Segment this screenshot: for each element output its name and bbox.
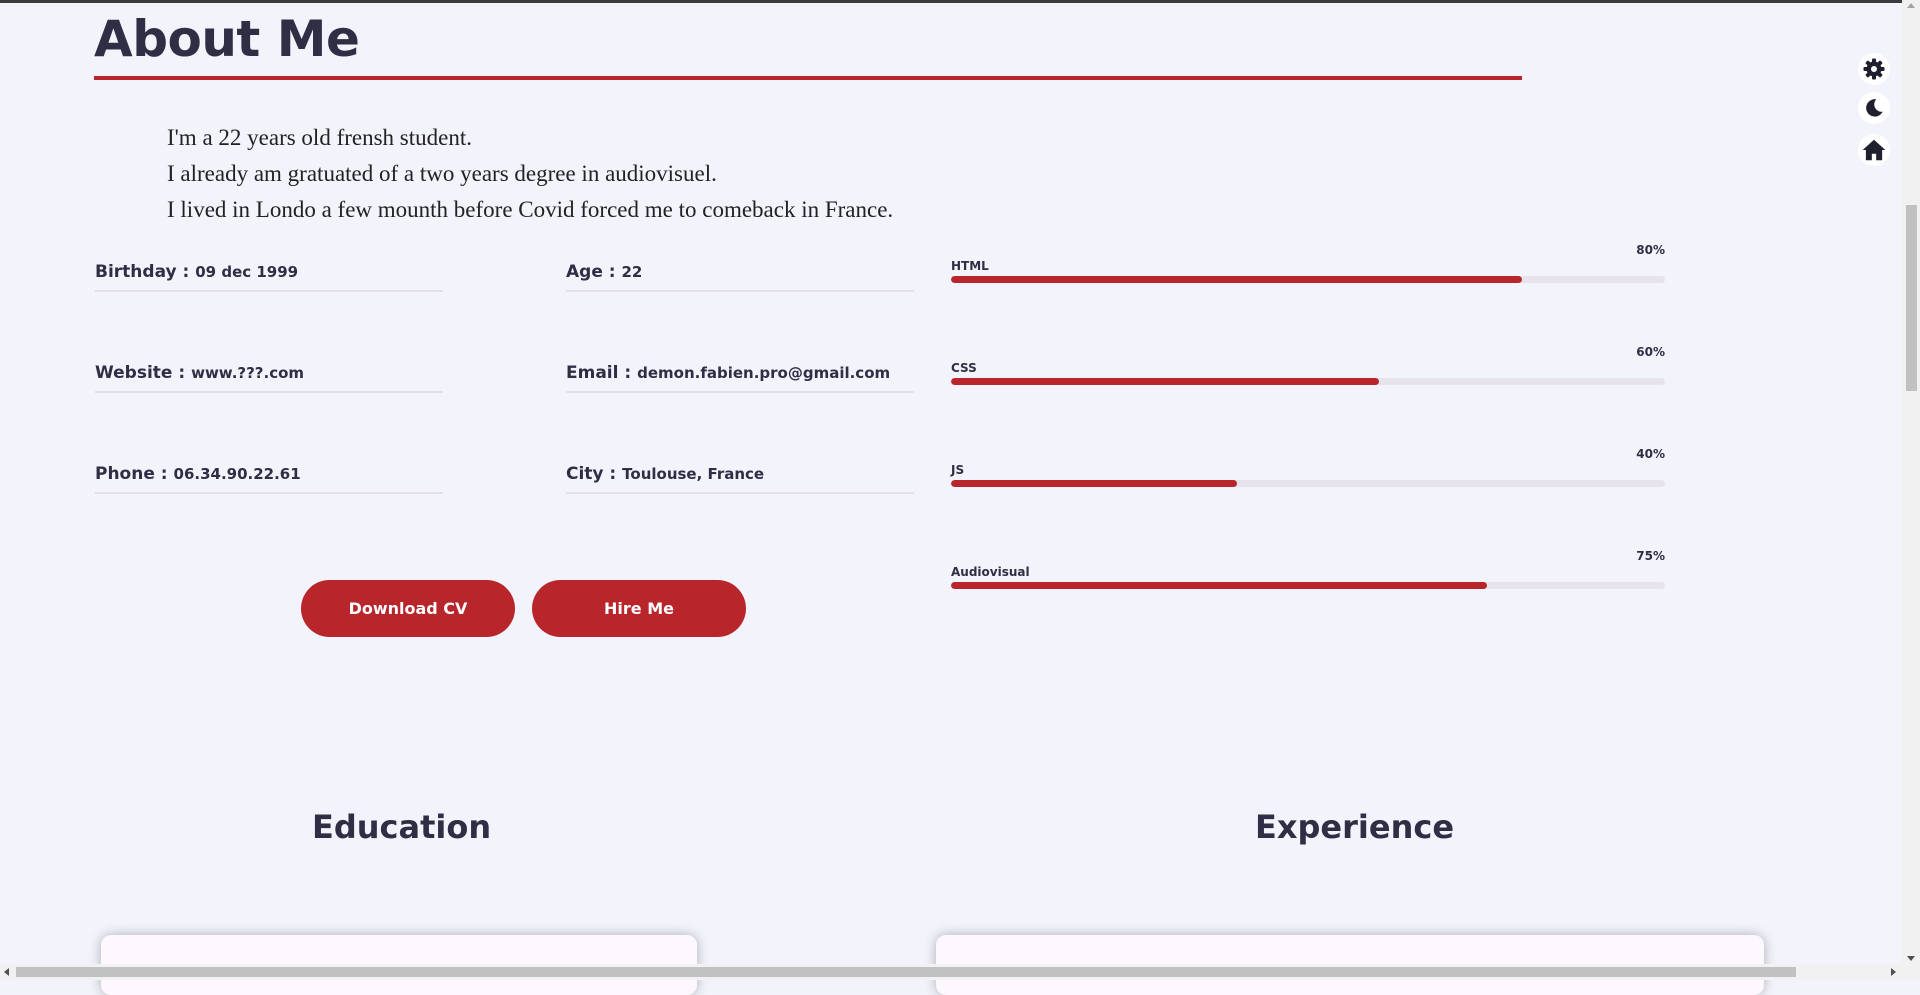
info-value: 09 dec 1999 — [195, 263, 299, 281]
skill-track — [951, 582, 1665, 589]
bio-line: I already am gratuated of a two years de… — [167, 161, 717, 186]
bio-line: I lived in Londo a few mounth before Cov… — [167, 197, 894, 222]
info-value: 06.34.90.22.61 — [173, 465, 301, 483]
home-icon-glyph — [1862, 139, 1886, 161]
info-label: City : — [566, 464, 623, 484]
info-birthday: Birthday : 09 dec 1999 — [95, 262, 443, 292]
skill-name: Audiovisual — [951, 565, 1030, 579]
page-title: About Me — [94, 10, 360, 68]
info-label: Birthday : — [95, 262, 196, 282]
info-label: Website : — [95, 363, 192, 383]
skill-fill — [951, 480, 1237, 487]
skill-percent: 80% — [1636, 243, 1665, 257]
info-age: Age : 22 — [566, 262, 914, 292]
skill-js: JS 40% — [951, 447, 1665, 487]
skill-track — [951, 378, 1665, 385]
gear-icon-glyph — [1863, 58, 1885, 80]
education-heading: Education — [312, 808, 492, 846]
skill-fill — [951, 582, 1487, 589]
scroll-down-icon[interactable] — [1907, 956, 1915, 961]
info-value: 22 — [621, 263, 643, 281]
skill-percent: 75% — [1636, 549, 1665, 563]
skill-css: CSS 60% — [951, 345, 1665, 385]
info-website: Website : www.???.com — [95, 363, 443, 393]
horizontal-scroll-thumb[interactable] — [16, 967, 1796, 977]
home-icon[interactable] — [1858, 134, 1890, 166]
skill-fill — [951, 378, 1380, 385]
info-label: Phone : — [95, 464, 174, 484]
skill-percent: 40% — [1636, 447, 1665, 461]
title-underline — [94, 76, 1522, 80]
window-top-edge — [0, 0, 1920, 3]
moon-icon-glyph — [1866, 99, 1883, 117]
skill-html: HTML 80% — [951, 243, 1665, 283]
info-phone: Phone : 06.34.90.22.61 — [95, 464, 443, 494]
info-value: Toulouse, France — [622, 465, 765, 483]
skill-track — [951, 276, 1665, 283]
horizontal-scrollbar[interactable] — [0, 964, 1920, 980]
scroll-up-icon[interactable] — [1907, 3, 1915, 8]
scroll-left-icon[interactable] — [4, 968, 9, 976]
info-city: City : Toulouse, France — [566, 464, 914, 494]
gear-icon[interactable] — [1858, 53, 1890, 85]
bio-line: I'm a 22 years old frensh student. — [167, 125, 472, 150]
info-label: Age : — [566, 262, 622, 282]
scroll-right-icon[interactable] — [1891, 968, 1896, 976]
skill-track — [951, 480, 1665, 487]
info-email: Email : demon.fabien.pro@gmail.com — [566, 363, 914, 393]
experience-heading: Experience — [1255, 808, 1455, 846]
bio-text: I'm a 22 years old frensh student. I alr… — [167, 120, 893, 228]
skill-name: CSS — [951, 361, 977, 375]
moon-icon[interactable] — [1858, 92, 1890, 124]
skill-name: JS — [951, 463, 965, 477]
vertical-scrollbar[interactable] — [1902, 0, 1920, 964]
info-value: www.???.com — [191, 364, 305, 382]
vertical-scroll-thumb[interactable] — [1906, 205, 1917, 391]
skill-name: HTML — [951, 259, 989, 273]
skill-audiovisual: Audiovisual 75% — [951, 549, 1665, 589]
skill-percent: 60% — [1636, 345, 1665, 359]
info-value: demon.fabien.pro@gmail.com — [637, 364, 891, 382]
info-label: Email : — [566, 363, 638, 383]
hire-me-button[interactable]: Hire Me — [532, 580, 746, 637]
skill-fill — [951, 276, 1523, 283]
download-cv-button[interactable]: Download CV — [301, 580, 515, 637]
